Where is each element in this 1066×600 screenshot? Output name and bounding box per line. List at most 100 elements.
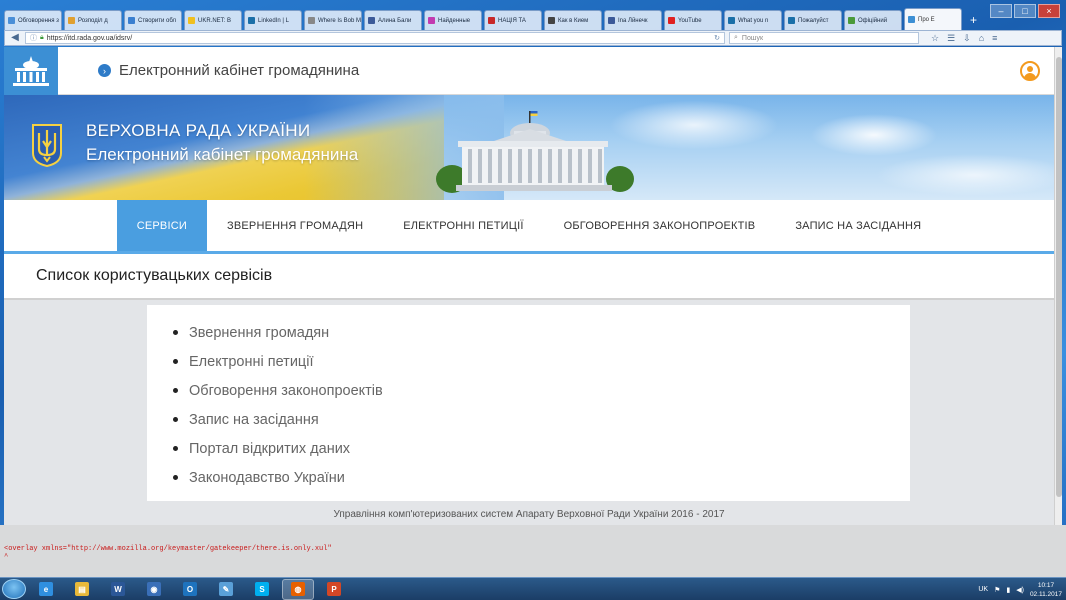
outlook-icon: O [183,582,197,596]
reload-icon[interactable]: ↻ [714,34,720,42]
bullet-icon [173,446,178,451]
browser-tab[interactable]: Алина Бали [364,10,422,30]
parliament-logo-icon [13,55,49,86]
clock[interactable]: 10:17 02.11.2017 [1030,581,1062,599]
star-icon[interactable]: ☆ [931,33,939,44]
tab-favicon-icon [188,17,195,24]
browser-tab[interactable]: Найденные [424,10,482,30]
home-icon[interactable]: ⌂ [979,33,984,44]
browser-tab[interactable]: Пожалуйст [784,10,842,30]
title-row: Список користувацьких сервісів [4,254,1054,300]
browser-tab-strip: Обговорення з Розподіл д Створити обл UKR.N… [0,8,1066,30]
arrow-right-icon: › [98,64,111,77]
back-arrow-icon[interactable]: ◀ [9,32,21,44]
taskbar-app-button[interactable]: e [30,579,62,600]
browser-tab[interactable]: LinkedIn | L [244,10,302,30]
header-title: › Електронний кабінет громадянина [98,62,359,79]
user-icon[interactable] [1020,61,1040,81]
taskbar-app-button[interactable]: ✎ [210,579,242,600]
service-list-item: Електронні петиції [173,347,910,376]
browser-tab[interactable]: Про Е [904,8,962,30]
service-list-item: Звернення громадян [173,318,910,347]
firefox-icon: ◍ [291,582,305,596]
maximize-button[interactable]: □ [1014,4,1036,18]
service-link[interactable]: Обговорення законопроектів [189,383,383,399]
url-bar[interactable]: ⓘ 🔒︎ https://itd.rada.gov.ua/idsrv/ ↻ [25,32,725,44]
nav-item[interactable]: ОБГОВОРЕННЯ ЗАКОНОПРОЕКТІВ [544,200,776,251]
nav-item[interactable]: ЗАПИС НА ЗАСІДАННЯ [775,200,941,251]
site-header: › Електронний кабінет громадянина [4,47,1054,95]
taskbar-apps: e ▤ W ◉ O ✎ S ◍ P [26,578,350,600]
parliament-building-image [436,111,634,193]
taskbar-app-button[interactable]: ▤ [66,579,98,600]
page-scrollbar[interactable] [1054,47,1062,525]
browser-navbar: ◀ ⓘ 🔒︎ https://itd.rada.gov.ua/idsrv/ ↻ … [4,30,1062,46]
taskbar-app-button[interactable]: ◉ [138,579,170,600]
browser-tab[interactable]: Створити обл [124,10,182,30]
browser-tab[interactable]: НАЦІЯ ТА [484,10,542,30]
search-icon: ⌕ [734,34,738,41]
browser-tab-label: Офіційний [858,17,888,24]
media-icon: ◉ [147,582,161,596]
tab-favicon-icon [668,17,675,24]
reader-icon[interactable]: ☰ [947,33,955,44]
taskbar-app-button[interactable]: O [174,579,206,600]
clock-time: 10:17 [1037,581,1055,589]
browser-tab[interactable]: Розподіл д [64,10,122,30]
service-list-item: Запис на засідання [173,405,910,434]
close-window-button[interactable]: × [1038,4,1060,18]
internet-explorer-icon: e [39,582,53,596]
browser-tab-label: Найденные [438,17,471,24]
taskbar-app-button[interactable]: P [318,579,350,600]
browser-tab-label: Розподіл д [78,17,108,24]
info-icon: ⓘ [30,35,37,42]
browser-tab-label: YouTube [678,17,702,24]
download-icon[interactable]: ⇩ [963,33,971,44]
word-icon: W [111,582,125,596]
system-tray: UK ⚑ ▮ ◀) 10:17 02.11.2017 [978,578,1062,600]
error-line-1: <overlay xmlns="http://www.mozilla.org/k… [4,545,332,553]
browser-search-input[interactable]: ⌕ Пошук [729,32,919,44]
browser-tab[interactable]: UKR.NET: В [184,10,242,30]
service-list-item: Портал відкритих даних [173,434,910,463]
taskbar-app-button[interactable]: W [102,579,134,600]
browser-tab[interactable]: Офіційний [844,10,902,30]
file-explorer-icon: ▤ [75,582,89,596]
nav-item[interactable]: ЗВЕРНЕННЯ ГРОМАДЯН [207,200,383,251]
taskbar-app-button[interactable]: S [246,579,278,600]
browser-tab[interactable]: YouTube [664,10,722,30]
rada-logo[interactable] [4,47,58,95]
menu-icon[interactable]: ≡ [992,33,997,44]
service-link[interactable]: Портал відкритих даних [189,441,350,457]
search-placeholder: Пошук [741,34,764,42]
taskbar-app-button[interactable]: ◍ [282,578,314,600]
service-link[interactable]: Законодавство України [189,470,345,486]
nav-item[interactable]: СЕРВІСИ [116,200,207,251]
service-link[interactable]: Запис на засідання [189,412,319,428]
scrollbar-thumb[interactable] [1056,57,1062,497]
clock-date: 02.11.2017 [1029,590,1062,598]
browser-tab[interactable]: Обговорення з [4,10,62,30]
browser-tab-label: Обговорення з [18,17,59,24]
nav-item[interactable]: ЕЛЕКТРОННІ ПЕТИЦІЇ [383,200,543,251]
powerpoint-icon: P [327,582,341,596]
url-text: https://itd.rada.gov.ua/idsrv/ [46,34,133,42]
browser-tab[interactable]: What you n [724,10,782,30]
new-tab-button[interactable]: + [964,10,983,30]
tab-favicon-icon [8,17,15,24]
service-link[interactable]: Електронні петиції [189,354,313,370]
start-button[interactable] [2,579,26,599]
volume-icon[interactable]: ◀) [1016,586,1024,594]
flag-icon[interactable]: ⚑ [994,586,1000,594]
browser-tab[interactable]: Ina Лйнечк [604,10,662,30]
desktop-screen: Обговорення з Розподіл д Створити обл UKR.N… [0,0,1066,600]
browser-tab[interactable]: Как в Кием [544,10,602,30]
service-link[interactable]: Звернення громадян [189,325,329,341]
tab-favicon-icon [788,17,795,24]
browser-tab[interactable]: Where Is Bob M [304,10,362,30]
footer: Управління комп'ютеризованих систем Апар… [333,509,725,520]
banner: ВЕРХОВНА РАДА УКРАЇНИ Електронний кабіне… [4,95,1054,200]
minimize-button[interactable]: – [990,4,1012,18]
language-indicator[interactable]: UK [978,586,988,593]
network-icon[interactable]: ▮ [1006,586,1010,594]
